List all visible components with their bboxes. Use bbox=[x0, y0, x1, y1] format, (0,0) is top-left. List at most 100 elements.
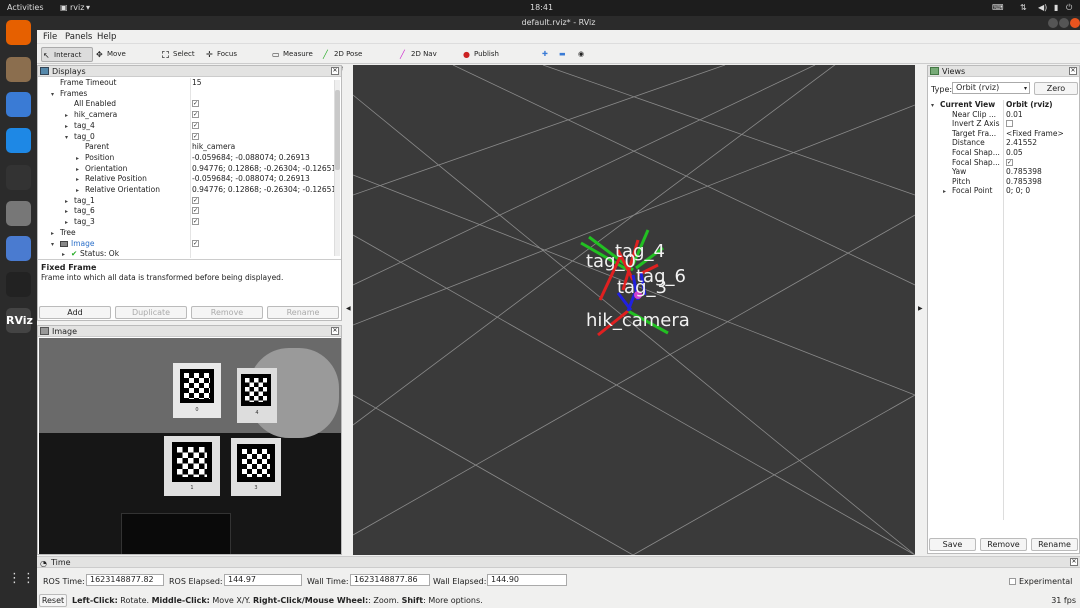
wall-time-field[interactable]: 1623148877.86 bbox=[350, 574, 430, 586]
right-splitter[interactable]: ▶ bbox=[916, 65, 926, 555]
close-icon[interactable]: ✕ bbox=[331, 327, 339, 335]
ws-icon[interactable] bbox=[6, 272, 31, 297]
menu-help[interactable]: Help bbox=[97, 32, 116, 42]
measure-tool[interactable]: ▭ Measure bbox=[271, 47, 315, 62]
pose-estimate-tool[interactable]: ╱2D Pose Estimate bbox=[322, 47, 390, 73]
expand-icon[interactable]: ▸ bbox=[76, 165, 79, 175]
files-icon[interactable] bbox=[6, 57, 31, 82]
expand-icon[interactable]: ▸ bbox=[65, 111, 68, 121]
keyboard-icon[interactable]: ⌨ bbox=[992, 3, 1004, 12]
tool-options-icon[interactable]: ◉ bbox=[566, 47, 584, 62]
display-enabled-checkbox[interactable]: ✓ bbox=[192, 100, 199, 108]
focus-camera-tool[interactable]: ✛Focus Camera bbox=[205, 47, 265, 73]
battery-icon[interactable]: ▮ bbox=[1054, 3, 1058, 12]
displays-scrollbar[interactable] bbox=[334, 80, 340, 256]
collapse-icon[interactable]: ▾ bbox=[65, 133, 68, 143]
wall-elapsed-field[interactable]: 144.90 bbox=[487, 574, 567, 586]
close-icon[interactable]: ✕ bbox=[1070, 558, 1078, 566]
remove-tool-icon[interactable]: ▬ bbox=[547, 47, 566, 62]
display-enabled-checkbox[interactable]: ✓ bbox=[192, 121, 199, 129]
collapse-right-icon[interactable]: ▶ bbox=[918, 305, 923, 312]
expand-icon[interactable]: ▸ bbox=[943, 187, 946, 197]
publish-point-tool[interactable]: ●Publish Point bbox=[462, 47, 518, 73]
remove-display-button[interactable]: Remove bbox=[191, 306, 263, 319]
duplicate-button[interactable]: Duplicate bbox=[115, 306, 187, 319]
nav-goal-tool[interactable]: ╱2D Nav Goal bbox=[399, 47, 453, 73]
move-camera-tool[interactable]: ✥Move Camera bbox=[95, 47, 155, 73]
3d-viewport[interactable]: tag_0 tag_4 tag_6 tag_3 hik_camera bbox=[353, 65, 915, 555]
expand-icon[interactable]: ▸ bbox=[65, 218, 68, 228]
display-enabled-checkbox[interactable]: ✓ bbox=[192, 132, 199, 140]
app-grid-icon[interactable] bbox=[6, 236, 31, 261]
select-tool[interactable]: Select bbox=[161, 47, 197, 62]
system-clock[interactable]: 18:41 bbox=[530, 3, 553, 12]
expand-icon[interactable]: ▸ bbox=[76, 186, 79, 196]
ros-elapsed-field[interactable]: 144.97 bbox=[224, 574, 302, 586]
add-tool-icon[interactable]: ✚ bbox=[530, 47, 548, 62]
expand-icon[interactable]: ▸ bbox=[65, 122, 68, 132]
display-row[interactable]: Parent hik_camera bbox=[38, 142, 334, 153]
left-splitter[interactable]: ◀ bbox=[343, 65, 353, 555]
network-icon[interactable]: ⇅ bbox=[1020, 3, 1027, 12]
expand-icon[interactable]: ▸ bbox=[76, 175, 79, 185]
maximize-icon[interactable] bbox=[1059, 18, 1069, 28]
display-row[interactable]: ▸ tag_4 ✓ bbox=[38, 121, 334, 132]
power-icon[interactable]: ⏻ bbox=[1066, 3, 1072, 13]
display-row[interactable]: ▸ tag_1 ✓ bbox=[38, 196, 334, 207]
zero-button[interactable]: Zero bbox=[1034, 82, 1078, 95]
display-row[interactable]: ▾ Frames bbox=[38, 89, 334, 100]
close-icon[interactable]: ✕ bbox=[331, 67, 339, 75]
display-row[interactable]: ▸ hik_camera ✓ bbox=[38, 110, 334, 121]
display-row[interactable]: ▸ Orientation 0.94776; 0.12868; -0.26304; … bbox=[38, 164, 334, 175]
vscode-icon[interactable] bbox=[6, 128, 31, 153]
add-button[interactable]: Add bbox=[39, 306, 111, 319]
menu-file[interactable]: File bbox=[43, 32, 57, 42]
displays-tree[interactable]: Frame Timeout 15 ▾ Frames All Enabled ✓ ▸ hik_c… bbox=[38, 78, 334, 258]
view-property-checkbox[interactable]: ✓ bbox=[1006, 158, 1013, 166]
close-icon[interactable] bbox=[1070, 18, 1080, 28]
display-enabled-checkbox[interactable]: ✓ bbox=[192, 196, 199, 204]
remove-view-button[interactable]: Remove bbox=[980, 538, 1027, 551]
ros-time-field[interactable]: 1623148877.82 bbox=[86, 574, 164, 586]
display-enabled-checkbox[interactable]: ✓ bbox=[192, 239, 199, 247]
views-tree[interactable]: ▾ Current View Orbit (rviz) Near Clip ... 0.… bbox=[928, 100, 1079, 520]
display-row[interactable]: ▸ Relative Position -0.059684; -0.088074; … bbox=[38, 174, 334, 185]
reset-button[interactable]: Reset bbox=[39, 594, 67, 607]
experimental-checkbox[interactable] bbox=[1009, 578, 1016, 585]
display-row[interactable]: ▸ ✔ Status: Ok bbox=[38, 249, 334, 258]
expand-icon[interactable]: ▸ bbox=[65, 207, 68, 217]
display-enabled-checkbox[interactable]: ✓ bbox=[192, 218, 199, 226]
display-enabled-checkbox[interactable]: ✓ bbox=[192, 207, 199, 215]
rviz-icon[interactable]: RViz bbox=[6, 308, 33, 333]
wps-icon[interactable] bbox=[6, 92, 31, 117]
camera-icon[interactable] bbox=[6, 201, 31, 226]
firefox-icon[interactable] bbox=[6, 20, 31, 45]
save-view-button[interactable]: Save bbox=[929, 538, 976, 551]
expand-icon[interactable]: ▸ bbox=[65, 197, 68, 207]
activities-button[interactable]: Activities bbox=[7, 3, 44, 12]
collapse-icon[interactable]: ▾ bbox=[51, 240, 54, 250]
display-row[interactable]: ▾ Image ✓ bbox=[38, 239, 334, 250]
rename-view-button[interactable]: Rename bbox=[1031, 538, 1078, 551]
view-property-row[interactable]: ▸ Focal Point 0; 0; 0 bbox=[928, 186, 1079, 197]
display-enabled-checkbox[interactable]: ✓ bbox=[192, 111, 199, 119]
menu-panels[interactable]: Panels bbox=[65, 32, 92, 42]
interact-tool[interactable]: ↖ Interact bbox=[41, 47, 93, 62]
view-type-select[interactable]: Orbit (rviz) ▾ bbox=[952, 82, 1030, 94]
close-icon[interactable]: ✕ bbox=[1069, 67, 1077, 75]
display-row[interactable]: Frame Timeout 15 bbox=[38, 78, 334, 89]
display-row[interactable]: All Enabled ✓ bbox=[38, 99, 334, 110]
collapse-left-icon[interactable]: ◀ bbox=[346, 305, 351, 312]
display-row[interactable]: ▸ tag_3 ✓ bbox=[38, 217, 334, 228]
volume-icon[interactable]: ◀) bbox=[1038, 3, 1047, 12]
collapse-icon[interactable]: ▾ bbox=[51, 90, 54, 100]
app-menu[interactable]: rviz bbox=[70, 3, 84, 12]
minimize-icon[interactable] bbox=[1048, 18, 1058, 28]
display-row[interactable]: ▸ Position -0.059684; -0.088074; 0.26913 bbox=[38, 153, 334, 164]
expand-icon[interactable]: ▸ bbox=[51, 229, 54, 239]
rename-display-button[interactable]: Rename bbox=[267, 306, 339, 319]
view-property-checkbox[interactable] bbox=[1006, 120, 1013, 128]
display-row[interactable]: ▾ tag_0 ✓ bbox=[38, 132, 334, 143]
display-row[interactable]: ▸ Relative Orientation 0.94776; 0.12868; -… bbox=[38, 185, 334, 196]
display-row[interactable]: ▸ Tree bbox=[38, 228, 334, 239]
